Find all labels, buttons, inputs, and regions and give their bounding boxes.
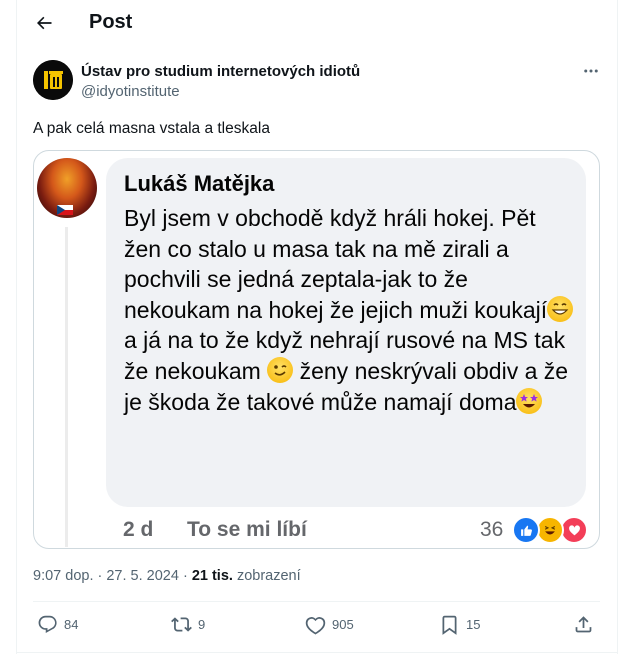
like-count: 905	[332, 617, 354, 632]
repost-icon	[171, 617, 192, 632]
reaction-count: 36	[480, 518, 504, 541]
reply-button[interactable]: 84	[37, 614, 78, 635]
commenter-name: Lukáš Matějka	[124, 171, 275, 196]
views-label: zobrazení	[232, 568, 301, 584]
commenter-avatar	[37, 158, 97, 218]
more-horizontal-icon	[584, 69, 598, 73]
like-icon	[512, 516, 540, 544]
reply-icon	[38, 615, 57, 633]
share-button[interactable]	[573, 614, 594, 635]
thread-line	[65, 227, 68, 547]
like-button[interactable]: 905	[305, 614, 354, 635]
comment-time: 2 d	[123, 518, 154, 541]
page-title: Post	[89, 11, 133, 33]
reply-count: 84	[64, 617, 79, 632]
comment-like-link[interactable]: To se mi líbí	[187, 518, 307, 542]
author-avatar[interactable]	[33, 60, 73, 100]
share-icon	[575, 616, 592, 633]
czech-flag-icon	[57, 205, 73, 215]
bookmark-button[interactable]: 15	[439, 614, 480, 635]
haha-icon	[536, 516, 564, 544]
divider-bottom	[16, 652, 617, 653]
repost-count: 9	[198, 617, 206, 632]
heart-icon	[305, 617, 326, 635]
tweet-time[interactable]: 9:07 dop. · 27. 5. 2024 ·	[33, 568, 192, 584]
bookmark-count: 15	[466, 617, 481, 632]
wink-emoji-icon	[267, 356, 294, 383]
repost-button[interactable]: 9	[171, 614, 205, 635]
tweet-timestamp: 9:07 dop. · 27. 5. 2024 · 21 tis. zobraz…	[33, 568, 301, 584]
comment-text: Byl jsem v obchodě když hráli hokej. Pět…	[124, 203, 574, 417]
grin-emoji-icon	[547, 295, 574, 322]
love-icon	[560, 516, 588, 544]
back-button[interactable]	[27, 6, 61, 40]
bookmark-icon	[442, 615, 457, 635]
institute-logo-icon	[33, 60, 73, 100]
more-options-button[interactable]	[578, 58, 604, 84]
divider	[33, 601, 600, 602]
comment-text-part1: Byl jsem v obchodě když hráli hokej. Pět…	[124, 205, 548, 323]
tweet-text: A pak celá masna vstala a tleskala	[33, 120, 270, 137]
star-struck-emoji-icon	[516, 387, 543, 414]
author-handle[interactable]: @idyotinstitute	[81, 83, 180, 100]
views-count: 21 tis.	[191, 568, 233, 584]
author-name[interactable]: Ústav pro studium internetových idiotů	[81, 63, 360, 80]
arrow-left-icon	[37, 16, 52, 30]
